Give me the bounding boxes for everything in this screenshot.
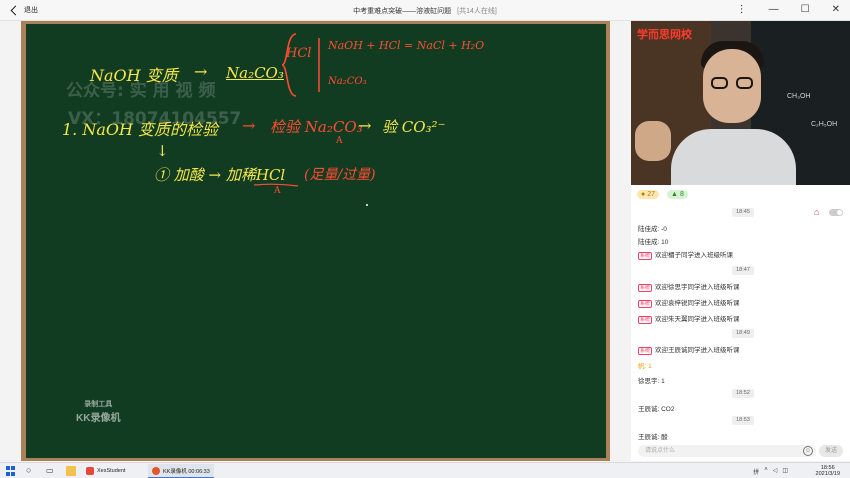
title-bar: 退出 中考重难点突破——溶液缸问题 [共14人在线] ⋮ — ☐ ✕ [0, 0, 850, 21]
chalk-arrow-1: → [194, 62, 208, 81]
chalk-arrow-3: → [358, 116, 372, 135]
chalk-eq-2: Na₂CO₃ [328, 76, 367, 87]
chat-message: 王辰诚: CO2 [638, 406, 675, 413]
chat-message: 帆: 1 [638, 363, 652, 370]
online-count: [共14人在线] [457, 8, 497, 15]
chevron-up-icon[interactable]: ˄ [764, 467, 768, 476]
chalk-item-1: 1. NaOH 变质的检验 [62, 120, 219, 139]
reaction-badges: ● 27 ▲ 8 [637, 190, 688, 199]
xes-app-icon [86, 467, 94, 475]
emoji-icon[interactable]: ☺ [803, 446, 813, 456]
taskbar: ○ ▭ XesStudent KK录像机 00:06:33 拼 ˄ ◁ ◫ 18… [0, 462, 850, 478]
chalk-test-co3: 验 CO₃²⁻ [382, 118, 446, 136]
task-view-icon[interactable]: ▭ [46, 466, 56, 476]
system-message: 欢迎徐思宇同学进入班级听课 [655, 284, 740, 291]
chat-message: 王辰诚: 酸 [638, 434, 668, 441]
taskbar-app-kk[interactable]: KK录像机 00:06:33 [148, 464, 214, 478]
chat-message: 系统 欢迎徐思宇同学进入班级听课 [638, 281, 740, 292]
chat-message: 陆佳成: 10 [638, 239, 669, 246]
chalk-arrow-2: → [242, 116, 256, 135]
chat-list[interactable]: 18:45 陆佳成: -0 陆佳成: 10 系统 欢迎楣子同学进入班级听课 18:… [631, 203, 850, 441]
gold-badge[interactable]: ● 27 [637, 190, 660, 199]
chalk-dot [366, 204, 368, 206]
video-chem-label-1: CH₃OH [787, 93, 811, 100]
chat-message: 系统 欢迎楣子同学进入班级听课 [638, 249, 733, 260]
system-message: 欢迎袁梓锐同学进入班级听课 [655, 300, 740, 307]
video-overlay-text: 学而思网校 [637, 29, 692, 41]
chat-message: 系统 欢迎袁梓锐同学进入班级听课 [638, 297, 740, 308]
chalk-eq-1: NaOH + HCl = NaCl + H₂O [328, 39, 485, 52]
gold-count: 27 [647, 191, 656, 198]
system-tray: 拼 ˄ ◁ ◫ [753, 467, 788, 476]
system-tag: 系统 [638, 252, 653, 260]
window-title: 中考重难点突破——溶液缸问题 [共14人在线] [0, 6, 850, 16]
recorder-line1: 录制工具 [84, 401, 113, 408]
system-message: 欢迎楣子同学进入班级听课 [655, 252, 734, 259]
thumb-icon: ▲ [671, 191, 678, 198]
chat-message: 系统 欢迎朱天翼同学进入班级听课 [638, 313, 740, 324]
send-button[interactable]: 发送 [819, 445, 843, 457]
maximize-icon[interactable]: ☐ [801, 4, 810, 15]
chalk-naoh-spoil: NaOH 变质 [90, 66, 178, 85]
chat-time: 18:52 [732, 389, 754, 398]
course-title: 中考重难点突破——溶液缸问题 [353, 8, 452, 15]
system-tag: 系统 [638, 316, 653, 324]
side-panel: CH₃OH C₂H₅OH 学而思网校 ● 27 ▲ 8 ⌂ 18:45 陆佳成:… [631, 21, 850, 461]
chat-time: 18:53 [732, 416, 754, 425]
chat-time: 18:45 [732, 208, 754, 217]
coin-icon: ● [641, 191, 646, 198]
window-controls: ⋮ — ☐ ✕ [737, 4, 840, 15]
chalk-underline [253, 183, 299, 187]
close-icon[interactable]: ✕ [832, 4, 840, 15]
clock-date: 2021/3/19 [815, 471, 840, 477]
chat-message: 系统 欢迎王辰诚同学进入班级听课 [638, 344, 740, 355]
recorder-line2: KK录像机 [76, 413, 121, 424]
clock[interactable]: 18:56 2021/3/19 [816, 465, 840, 477]
teacher-body [671, 129, 796, 185]
search-icon[interactable]: ○ [26, 466, 36, 476]
taskbar-app-xesstudent[interactable]: XesStudent [82, 464, 129, 478]
recorder-watermark: 录制工具 KK录像机 [76, 399, 120, 424]
speaker-icon[interactable]: ◁ [773, 467, 778, 476]
chat-time: 18:49 [732, 329, 754, 338]
hcl-brace [281, 33, 297, 97]
blackboard: 公众号: 实 用 视 频 VX：18074104557 NaOH 变质 → Na… [26, 24, 606, 458]
network-icon[interactable]: ◫ [782, 467, 788, 476]
system-message: 欢迎王辰诚同学进入班级听课 [655, 347, 740, 354]
chalk-test-na2co3: 检验 Na₂CO₃ [270, 118, 363, 136]
system-tag: 系统 [638, 284, 653, 292]
green-badge[interactable]: ▲ 8 [667, 190, 688, 199]
ime-indicator[interactable]: 拼 [753, 467, 759, 476]
video-chem-label-2: C₂H₅OH [811, 121, 838, 128]
teacher-glasses [711, 77, 755, 89]
more-menu-icon[interactable]: ⋮ [737, 4, 747, 15]
teacher-video[interactable]: CH₃OH C₂H₅OH 学而思网校 [631, 21, 850, 185]
taskbar-app-label: XesStudent [97, 468, 126, 474]
chalk-hcl: HCl [286, 46, 312, 61]
windows-start-icon[interactable] [6, 466, 16, 476]
system-message: 欢迎朱天翼同学进入班级听课 [655, 316, 740, 323]
chat-message: 陆佳成: -0 [638, 226, 667, 233]
kk-app-icon [152, 466, 160, 475]
chat-time: 18:47 [732, 266, 754, 275]
hcl-split-line [318, 38, 320, 92]
minimize-icon[interactable]: — [769, 4, 779, 15]
chalk-step-1-note: (足量/过量) [304, 167, 376, 183]
system-tag: 系统 [638, 347, 653, 355]
teacher-hand [635, 121, 671, 161]
chalk-down-arrow: ↓ [156, 142, 169, 160]
file-explorer-icon[interactable] [66, 466, 76, 476]
taskbar-app-label: KK录像机 00:06:33 [163, 468, 210, 475]
system-tag: 系统 [638, 300, 653, 308]
chalk-mark-a-1: A [336, 136, 343, 146]
chat-message: 徐思宇: 1 [638, 378, 665, 385]
chalk-na2co3: Na₂CO₃ [226, 64, 284, 82]
chat-input[interactable]: 请说点什么 [638, 445, 816, 457]
green-count: 8 [679, 191, 684, 198]
